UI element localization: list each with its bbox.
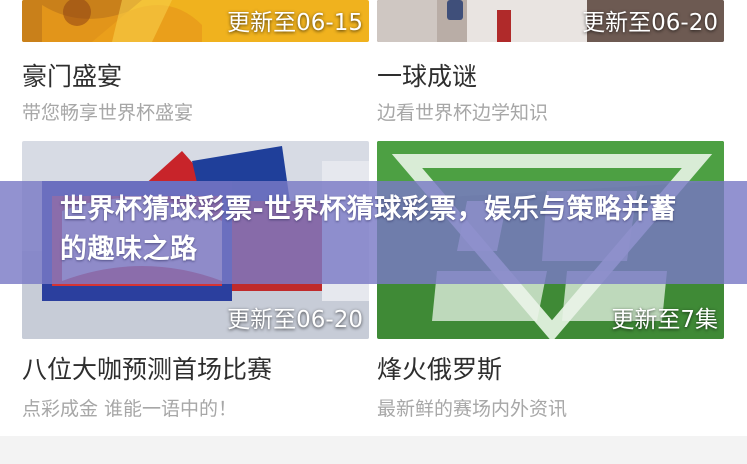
update-badge: 更新至06-20 bbox=[582, 10, 718, 36]
bottom-divider bbox=[0, 436, 747, 464]
thumbnail-image[interactable]: 更新至06-15 bbox=[22, 0, 369, 42]
card-subtitle: 边看世界杯边学知识 bbox=[377, 102, 549, 124]
card-title[interactable]: 八位大咖预测首场比赛 bbox=[22, 350, 272, 386]
update-badge: 更新至06-15 bbox=[227, 10, 363, 36]
card-title[interactable]: 豪门盛宴 bbox=[22, 57, 122, 93]
update-badge: 更新至7集 bbox=[611, 307, 718, 333]
card-subtitle: 带您畅享世界杯盛宴 bbox=[22, 102, 194, 124]
card-title[interactable]: 烽火俄罗斯 bbox=[377, 350, 502, 386]
update-badge: 更新至06-20 bbox=[227, 307, 363, 333]
thumbnail-image[interactable]: 更新至06-20 bbox=[377, 0, 724, 42]
card-subtitle: 最新鲜的赛场内外资讯 bbox=[377, 398, 568, 420]
overlay-title: 世界杯猜球彩票-世界杯猜球彩票，娱乐与策略并蓄的趣味之路 bbox=[60, 194, 677, 265]
card-subtitle: 点彩成金 谁能一语中的！ bbox=[22, 398, 238, 420]
card-title[interactable]: 一球成谜 bbox=[377, 57, 477, 93]
